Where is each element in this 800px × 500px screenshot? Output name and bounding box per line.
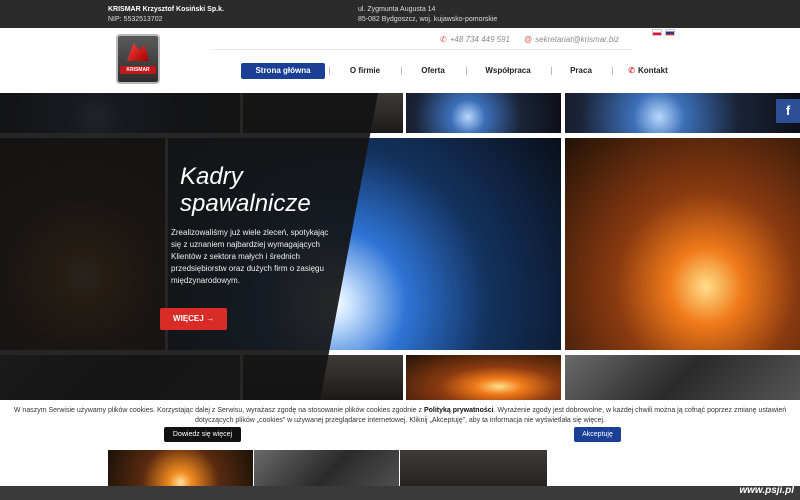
nav-about[interactable]: O firmie bbox=[340, 63, 390, 79]
hero-photo-tile bbox=[565, 355, 800, 400]
nav-divider bbox=[329, 67, 330, 75]
cookie-text-before: W naszym Serwisie używamy plików cookies… bbox=[13, 407, 424, 414]
hero-description: Zrealizowaliśmy już wiele zleceń, spotyk… bbox=[171, 228, 329, 285]
site-logo[interactable]: KRISMAR bbox=[116, 34, 160, 84]
email-address: sekretariat@krismar.biz bbox=[535, 35, 619, 44]
nav-divider bbox=[551, 67, 552, 75]
company-nip: NIP: 5532513702 bbox=[108, 16, 163, 23]
company-address: ul. Zygmunta Augusta 14 85-082 Bydgoszcz… bbox=[358, 5, 497, 25]
hero-photo-tile bbox=[565, 93, 800, 133]
nav-career[interactable]: Praca bbox=[565, 63, 597, 79]
email-contact[interactable]: @ sekretariat@krismar.biz bbox=[524, 35, 619, 44]
footer-bar bbox=[0, 486, 800, 500]
company-info: KRISMAR Krzysztof Kosiński Sp.k. NIP: 55… bbox=[108, 5, 224, 25]
hero-photo-tile bbox=[406, 355, 561, 400]
nav-offer[interactable]: Oferta bbox=[412, 63, 454, 79]
at-icon: @ bbox=[524, 35, 533, 44]
logo-flame-icon bbox=[127, 43, 149, 61]
main-navigation: Strona główna O firmie Oferta Współpraca… bbox=[240, 63, 680, 79]
learn-more-button[interactable]: Dowiedz się więcej bbox=[164, 427, 241, 442]
hero-photo-tile bbox=[406, 93, 561, 133]
facebook-icon[interactable]: f bbox=[776, 99, 800, 123]
site-header: KRISMAR ✆ +48 734 449 591 @ sekretariat@kr… bbox=[0, 28, 800, 93]
nav-home[interactable]: Strona główna bbox=[241, 63, 325, 79]
more-button[interactable]: WIĘCEJ → bbox=[160, 308, 227, 330]
address-city: 85-082 Bydgoszcz, woj. kujawsko-pomorski… bbox=[358, 16, 498, 23]
nav-divider bbox=[401, 67, 402, 75]
cookie-message: W naszym Serwisie używamy plików cookies… bbox=[6, 406, 794, 426]
logo-text: KRISMAR bbox=[120, 66, 156, 74]
more-button-label: WIĘCEJ bbox=[173, 314, 204, 323]
contact-strip: ✆ +48 734 449 591 @ sekretariat@krismar.bi… bbox=[212, 32, 632, 50]
privacy-policy-link[interactable]: Polityką prywatności bbox=[424, 407, 494, 414]
top-info-bar: KRISMAR Krzysztof Kosiński Sp.k. NIP: 55… bbox=[0, 0, 800, 28]
nav-contact[interactable]: ✆ Kontakt bbox=[626, 63, 670, 79]
nav-cooperation[interactable]: Współpraca bbox=[480, 63, 536, 79]
nav-divider bbox=[466, 67, 467, 75]
language-switcher bbox=[652, 29, 678, 47]
phone-contact[interactable]: ✆ +48 734 449 591 bbox=[440, 35, 510, 44]
hero-photo-tile bbox=[565, 138, 800, 350]
nav-divider bbox=[612, 67, 613, 75]
phone-icon: ✆ bbox=[440, 35, 447, 44]
company-name: KRISMAR Krzysztof Kosiński Sp.k. bbox=[108, 6, 224, 13]
cookie-banner: W naszym Serwisie używamy plików cookies… bbox=[0, 400, 800, 450]
polish-flag-icon[interactable] bbox=[652, 29, 662, 36]
accept-cookies-button[interactable]: Akceptuję bbox=[574, 427, 621, 442]
hero-title: Kadry spawalnicze bbox=[180, 163, 311, 217]
watermark: www.psji.pl bbox=[739, 485, 794, 496]
address-street: ul. Zygmunta Augusta 14 bbox=[358, 6, 436, 13]
arrow-right-icon: → bbox=[205, 314, 214, 323]
phone-number: +48 734 449 591 bbox=[449, 35, 510, 44]
hero-slider: Kadry spawalnicze Zrealizowaliśmy już wi… bbox=[0, 93, 800, 400]
russian-flag-icon[interactable] bbox=[665, 29, 675, 36]
nav-contact-label: Kontakt bbox=[637, 66, 668, 75]
phone-icon: ✆ bbox=[628, 66, 635, 75]
